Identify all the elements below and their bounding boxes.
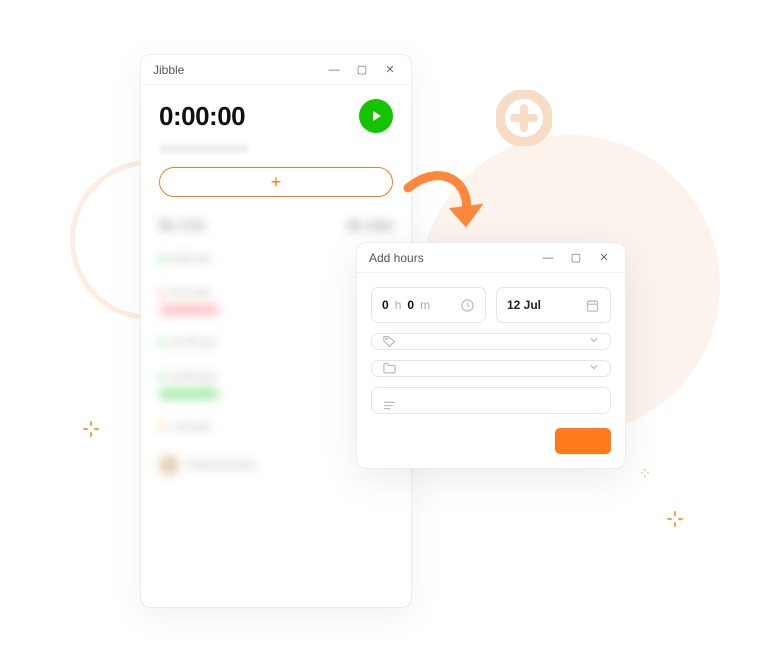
summary-right: 4h 12m [346, 217, 393, 233]
add-hours-button[interactable]: + [159, 167, 393, 197]
minimize-button[interactable]: — [323, 60, 345, 80]
folder-icon [382, 361, 397, 376]
window-controls: — ▢ ✕ [323, 60, 401, 80]
minimize-button[interactable]: — [537, 248, 559, 268]
dialog-titlebar: Add hours — ▢ ✕ [357, 243, 625, 273]
activity-select[interactable] [371, 333, 611, 350]
play-button[interactable] [359, 99, 393, 133]
avatar [159, 455, 179, 475]
summary-left: 5h 17m [159, 217, 206, 233]
date-field[interactable]: 12 Jul [496, 287, 611, 323]
add-hours-dialog: Add hours — ▢ ✕ 0 h 0 m 12 Jul [356, 242, 626, 469]
close-button[interactable]: ✕ [379, 60, 401, 80]
window-controls: — ▢ ✕ [537, 248, 615, 268]
app-title: Jibble [153, 63, 184, 77]
sparkle-icon [640, 468, 650, 478]
close-button[interactable]: ✕ [593, 248, 615, 268]
play-icon [369, 109, 383, 123]
notes-icon [382, 398, 397, 413]
sparkle-icon [82, 420, 100, 438]
maximize-button[interactable]: ▢ [565, 248, 587, 268]
timer-display: 0:00:00 [159, 101, 245, 132]
calendar-icon [585, 298, 600, 313]
maximize-button[interactable]: ▢ [351, 60, 373, 80]
plus-icon: + [271, 173, 282, 191]
sparkle-icon [666, 510, 684, 528]
chevron-down-icon [588, 361, 600, 376]
bg-plus-icon [496, 90, 552, 146]
date-value: 12 Jul [507, 298, 541, 312]
confirm-button[interactable] [555, 428, 611, 454]
timer-row: 0:00:00 [141, 85, 411, 139]
titlebar: Jibble — ▢ ✕ [141, 55, 411, 85]
tag-icon [382, 334, 397, 349]
arrow-icon [400, 160, 490, 255]
duration-field[interactable]: 0 h 0 m [371, 287, 486, 323]
clock-icon [460, 298, 475, 313]
chevron-down-icon [588, 334, 600, 349]
project-select[interactable] [371, 360, 611, 377]
notes-field[interactable] [371, 387, 611, 414]
subtext-placeholder [159, 145, 249, 153]
